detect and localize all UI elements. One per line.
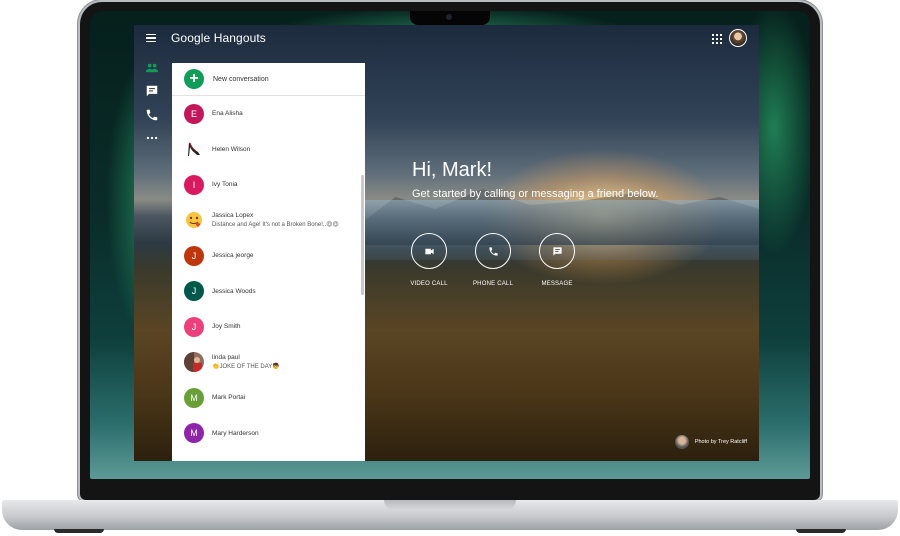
webcam: [446, 14, 452, 20]
contact-avatar: I: [184, 174, 204, 195]
contact-avatar: M: [184, 423, 204, 444]
contacts-icon[interactable]: [145, 61, 159, 75]
contact-meta: Ena Alisha: [212, 110, 243, 117]
contact-row[interactable]: Helen Wilson: [172, 132, 365, 168]
contact-row[interactable]: J Joy Smith: [172, 309, 365, 345]
quick-actions: VIDEO CALL PHONE CALL MESSAGE: [410, 233, 601, 303]
phone-call-button[interactable]: PHONE CALL: [465, 233, 521, 287]
contact-row[interactable]: I Ivy Tonia: [172, 167, 365, 203]
left-nav-rail: [134, 53, 172, 461]
photo-credit-text: Photo by Trey Ratcliff: [694, 439, 747, 445]
contact-meta: Ivy Tonia: [212, 181, 238, 188]
contact-row[interactable]: J Jessica Woods: [172, 274, 365, 310]
heart-emoji-icon: [184, 210, 204, 231]
contact-meta: Mary Harderson: [212, 430, 259, 437]
message-label: MESSAGE: [541, 281, 573, 287]
photo-avatar-icon: [184, 352, 204, 373]
photo-credit[interactable]: Photo by Trey Ratcliff: [674, 435, 747, 449]
phone-call-label: PHONE CALL: [472, 281, 513, 287]
phone-icon: [488, 246, 498, 256]
apps-grid-icon[interactable]: [712, 34, 722, 44]
contact-name: Helen Wilson: [212, 145, 251, 153]
contact-meta: Jessica Woods: [212, 288, 256, 295]
contact-meta: Mark Portai: [212, 394, 245, 401]
account-avatar[interactable]: [729, 29, 747, 47]
hangouts-app-window: Google Hangouts + New conversation E Ena …: [134, 25, 759, 461]
app-brand: Google Hangouts: [171, 31, 266, 45]
contact-avatar: J: [184, 281, 204, 302]
contact-meta: Helen Wilson: [212, 146, 250, 153]
photographer-avatar: [674, 435, 689, 449]
contact-meta: linda paul 👏JOKE OF THE DAY👦: [212, 354, 280, 370]
contact-row[interactable]: E Ena Alisha: [172, 96, 365, 132]
message-icon: [552, 246, 562, 256]
contact-avatar: E: [184, 103, 204, 124]
contact-last-message: 👏JOKE OF THE DAY👦: [212, 364, 280, 371]
contact-list: E Ena Alisha Helen Wilson I Ivy Tonia Jassica…: [172, 96, 365, 451]
plus-icon: +: [184, 69, 204, 89]
contact-name: Jessica Woods: [212, 287, 256, 295]
contact-row[interactable]: M Mark Portai: [172, 380, 365, 416]
contact-name: Jessica jeorge: [212, 252, 254, 260]
contact-name: Ena Alisha: [212, 110, 243, 118]
laptop-base-notch: [384, 500, 516, 510]
greeting-subtitle: Get started by calling or messaging a fr…: [412, 188, 659, 200]
contact-meta: Jassica Lopex Distance and Age! It's not …: [212, 212, 339, 228]
contact-avatar: J: [184, 316, 204, 337]
video-call-label: VIDEO CALL: [410, 281, 448, 287]
contact-row[interactable]: linda paul 👏JOKE OF THE DAY👦: [172, 345, 365, 381]
contact-meta: Joy Smith: [212, 323, 241, 330]
new-conversation-label: New conversation: [213, 75, 269, 83]
contact-avatar: M: [184, 387, 204, 408]
new-conversation-button[interactable]: + New conversation: [172, 63, 365, 96]
panel-scrollbar[interactable]: [361, 175, 364, 295]
contact-name: Joy Smith: [212, 323, 241, 331]
contact-row[interactable]: Jassica Lopex Distance and Age! It's not …: [172, 203, 365, 239]
message-button[interactable]: MESSAGE: [529, 233, 585, 287]
contact-name: linda paul: [212, 354, 240, 362]
greeting-title: Hi, Mark!: [412, 159, 492, 181]
contact-avatar: J: [184, 245, 204, 266]
app-top-bar: Google Hangouts: [134, 25, 759, 53]
laptop-foot: [796, 529, 846, 533]
contact-row[interactable]: J Jessica jeorge: [172, 238, 365, 274]
conversation-list-panel: + New conversation E Ena Alisha Helen Wils…: [172, 63, 365, 461]
contact-name: Mary Harderson: [212, 429, 259, 437]
contact-last-message: Distance and Age! It's not a Broken Bone…: [212, 222, 339, 229]
phone-calls-icon[interactable]: [145, 108, 159, 122]
contact-meta: Jessica jeorge: [212, 252, 254, 259]
more-options-icon[interactable]: [145, 131, 159, 145]
conversations-icon[interactable]: [145, 84, 159, 98]
contact-row[interactable]: M Mary Harderson: [172, 416, 365, 452]
main-menu-icon[interactable]: [146, 34, 156, 43]
contact-name: Ivy Tonia: [212, 181, 238, 189]
high-heel-icon: [184, 139, 204, 160]
laptop-foot: [54, 529, 104, 533]
video-call-button[interactable]: VIDEO CALL: [401, 233, 457, 287]
video-camera-icon: [424, 248, 434, 254]
contact-name: Mark Portai: [212, 394, 246, 402]
contact-name: Jassica Lopex: [212, 212, 254, 220]
